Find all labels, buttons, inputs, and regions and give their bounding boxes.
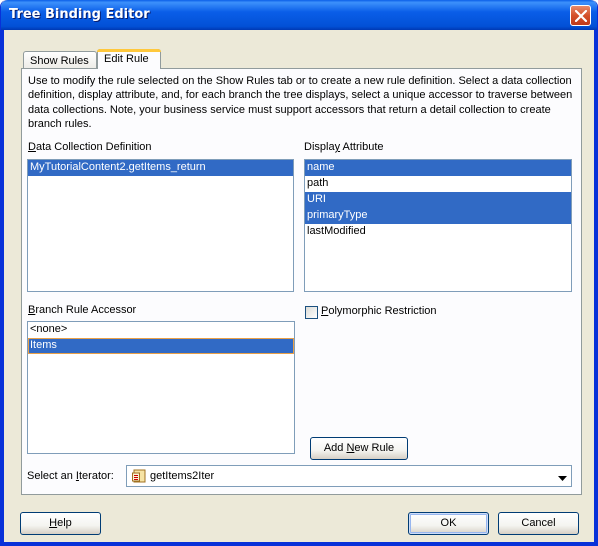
list-item[interactable]: MyTutorialContent2.getItems_return <box>28 160 293 176</box>
ok-button[interactable]: OK <box>408 512 489 535</box>
list-item[interactable]: path <box>305 176 571 192</box>
list-item[interactable]: <none> <box>28 322 294 338</box>
branch-rule-list[interactable]: <none> Items <box>27 321 295 454</box>
iterator-icon <box>132 469 146 483</box>
cancel-button[interactable]: Cancel <box>498 512 579 535</box>
list-item[interactable]: primaryType <box>305 208 571 224</box>
iterator-label: Select an Iterator: <box>27 470 114 482</box>
iterator-value: getItems2Iter <box>150 470 215 482</box>
intro-text: Use to modify the rule selected on the S… <box>28 75 573 130</box>
add-new-rule-button[interactable]: Add New Rule <box>310 437 408 460</box>
edit-rule-panel: Use to modify the rule selected on the S… <box>21 68 582 495</box>
window-title: Tree Binding Editor <box>9 7 150 22</box>
list-item[interactable]: URI <box>305 192 571 208</box>
title-bar[interactable]: Tree Binding Editor <box>1 0 597 30</box>
window-border-left <box>1 30 4 545</box>
data-collection-label: Data Collection Definition <box>28 141 152 153</box>
polymorphic-checkbox[interactable] <box>305 306 318 319</box>
close-button[interactable] <box>570 5 591 26</box>
display-attribute-list[interactable]: name path URI primaryType lastModified <box>304 159 572 292</box>
iterator-select[interactable]: getItems2Iter <box>126 465 572 487</box>
data-collection-list[interactable]: MyTutorialContent2.getItems_return <box>27 159 294 292</box>
polymorphic-label[interactable]: Polymorphic Restriction <box>321 305 437 317</box>
tab-show-rules[interactable]: Show Rules <box>23 51 97 69</box>
display-attribute-label: Display Attribute <box>304 141 384 153</box>
list-item[interactable]: Items <box>28 338 294 354</box>
window-border-bottom <box>1 542 597 545</box>
list-item[interactable]: name <box>305 160 571 176</box>
window-border-right <box>594 30 597 545</box>
chevron-down-icon[interactable] <box>558 473 567 481</box>
help-button[interactable]: Help <box>20 512 101 535</box>
close-icon <box>575 10 587 22</box>
dialog-window: Tree Binding Editor Show Rules Edit Rule… <box>0 0 598 546</box>
branch-rule-label: Branch Rule Accessor <box>28 304 137 316</box>
list-item[interactable]: lastModified <box>305 224 571 240</box>
tab-edit-rule[interactable]: Edit Rule <box>97 49 161 69</box>
